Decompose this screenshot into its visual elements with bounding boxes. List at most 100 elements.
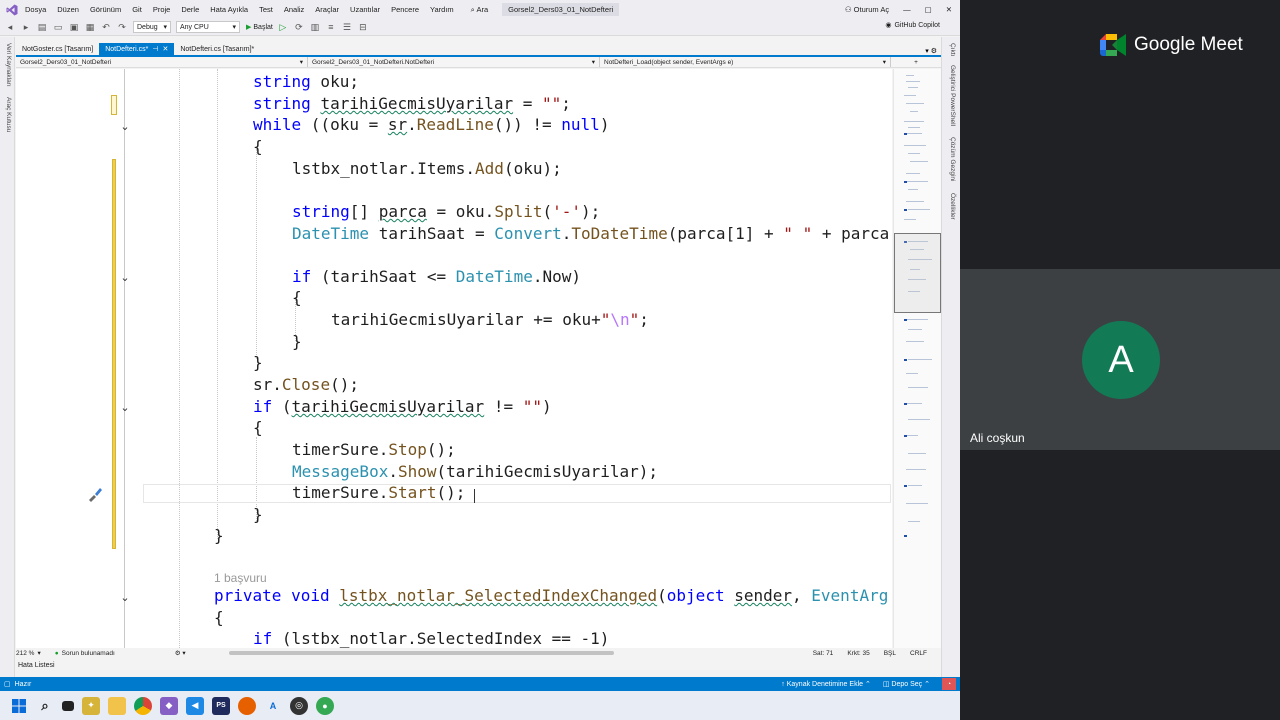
start-button[interactable]: ▶ Başlat [246, 23, 273, 32]
identifier: tarihiGecmisUyarilar [320, 94, 514, 113]
toolbox-tab[interactable]: Araç Kutusu [5, 97, 12, 132]
menu-tools[interactable]: Araçlar [315, 5, 339, 14]
tab-notdefteri-code[interactable]: NotDefteri.cs* ⊣ ✕ [99, 43, 175, 55]
tab-notgoster-design[interactable]: NotGoster.cs [Tasarım] [16, 43, 99, 55]
output-tab[interactable]: Çıktı [949, 43, 956, 56]
open-icon[interactable]: ▭ [52, 21, 64, 33]
issues-indicator[interactable]: ● Sorun bulunamadı [55, 650, 115, 657]
new-project-icon[interactable]: ▤ [36, 21, 48, 33]
menu-analyze[interactable]: Analiz [284, 5, 304, 14]
code-editor[interactable]: ⌄ ⌄ ⌄ ⌄ string oku; string tarihiGecmisU… [16, 69, 892, 648]
add-to-source-control-button[interactable]: ↑ Kaynak Denetimine Ekle ⌃ [781, 680, 871, 688]
properties-tab[interactable]: Özellikler [949, 193, 956, 220]
configuration-select[interactable]: Debug ▾ [133, 21, 171, 33]
bookmark-icon[interactable]: ⊟ [357, 21, 369, 33]
add-icon[interactable]: + [891, 57, 941, 67]
pin-icon[interactable]: ⊣ [152, 45, 158, 53]
forward-icon[interactable]: ▸ [20, 21, 32, 33]
menu-edit[interactable]: Düzen [57, 5, 79, 14]
project-dropdown[interactable]: Gorsel2_Ders03_01_NotDefteri ▾ [16, 57, 308, 67]
github-copilot-button[interactable]: ◉ GitHub Copilot [885, 21, 940, 30]
type-name: Convert [494, 224, 562, 243]
minimize-button[interactable]: — [903, 5, 911, 14]
menu-build[interactable]: Derle [181, 5, 199, 14]
redo-icon[interactable]: ↷ [116, 21, 128, 33]
horizontal-scrollbar[interactable] [229, 651, 614, 655]
code-text: oku; [310, 72, 359, 91]
screen: Dosya Düzen Görünüm Git Proje Derle Hata… [0, 0, 1280, 720]
search-box[interactable]: ⌕ Ara [471, 5, 489, 15]
method: Close [281, 375, 331, 394]
type-name: DateTime [292, 224, 370, 243]
visual-studio-taskbar-icon[interactable]: ◆ [160, 696, 178, 715]
data-sources-tab[interactable]: Veri Kaynakları [5, 43, 12, 87]
google-meet-taskbar-icon[interactable]: ● [316, 696, 334, 715]
method: Split [494, 202, 543, 221]
minimap-viewport[interactable] [894, 233, 941, 313]
menu-extensions[interactable]: Uzantılar [350, 5, 380, 14]
menu-git[interactable]: Git [132, 5, 142, 14]
menu-test[interactable]: Test [259, 5, 273, 14]
start-without-debug-icon[interactable]: ▷ [277, 21, 289, 33]
back-icon[interactable]: ◂ [4, 21, 16, 33]
platform-select[interactable]: Any CPU ▾ [176, 21, 240, 33]
class-dropdown[interactable]: Gorsel2_Ders03_01_NotDefteri.NotDefteri ▾ [308, 57, 600, 67]
menu-debug[interactable]: Hata Ayıkla [210, 5, 248, 14]
code-cleanup-icon[interactable]: ⚙ ▾ [175, 649, 186, 657]
navigation-bar: Gorsel2_Ders03_01_NotDefteri ▾ Gorsel2_De… [16, 57, 941, 68]
powershell-icon[interactable]: PS [212, 696, 230, 715]
code-line: DateTime tarihSaat = Convert.ToDateTime(… [292, 223, 889, 245]
signin-link[interactable]: ⚇ Oturum Aç [845, 5, 889, 14]
close-icon[interactable]: ✕ [162, 45, 168, 53]
solution-explorer-tab[interactable]: Çözüm Gezgini [949, 137, 956, 181]
close-button[interactable]: ✕ [946, 5, 952, 14]
chevron-down-icon: ▾ [37, 650, 41, 657]
escape-sequence: \n [610, 310, 630, 329]
azure-icon[interactable]: A [264, 697, 282, 715]
error-list-tab[interactable]: Hata Listesi [18, 662, 55, 669]
task-view-icon[interactable] [62, 700, 74, 711]
media-player-icon[interactable]: ◎ [290, 696, 308, 715]
code-line: timerSure.Start(); [292, 482, 465, 504]
save-icon[interactable]: ▣ [68, 21, 80, 33]
developer-powershell-tab[interactable]: Geliştirici PowerShell [949, 65, 956, 126]
chevron-down-icon: ▾ [232, 24, 236, 31]
menu-help[interactable]: Yardım [430, 5, 454, 14]
save-all-icon[interactable]: ▦ [84, 21, 96, 33]
firefox-icon[interactable] [238, 696, 256, 715]
restore-button[interactable]: ▢ [925, 5, 932, 14]
menu-view[interactable]: Görünüm [90, 5, 121, 14]
member-dropdown[interactable]: NotDefteri_Load(object sender, EventArgs… [600, 57, 891, 67]
search-icon[interactable]: ⌕ [36, 697, 54, 715]
undo-icon[interactable]: ↶ [100, 21, 112, 33]
chevron-down-icon: ▾ [163, 24, 167, 31]
code-text: lstbx_notlar.Items. [292, 159, 476, 178]
chevron-up-icon: ⌃ [924, 681, 930, 688]
format-icon[interactable]: ≡ [325, 21, 337, 33]
vscode-icon[interactable]: ◀ [186, 696, 204, 715]
tab-overflow-icon[interactable]: ▾ ⚙ [925, 47, 937, 55]
menu-file[interactable]: Dosya [25, 5, 46, 14]
menu-project[interactable]: Proje [153, 5, 171, 14]
layout-icon[interactable]: ▥ [309, 21, 321, 33]
code-text: (tarihSaat <= [311, 267, 456, 286]
notification-bell-icon[interactable]: ◔ [942, 678, 956, 690]
line-endings[interactable]: CRLF [910, 650, 927, 657]
code-minimap[interactable] [893, 69, 941, 648]
select-repo-button[interactable]: ◫ Depo Seç ⌃ [883, 680, 930, 688]
insert-mode[interactable]: BŞL [884, 650, 896, 657]
code-text: (); [436, 483, 466, 502]
string-literal: " [629, 310, 640, 329]
hot-reload-icon[interactable]: ⟳ [293, 21, 305, 33]
zoom-level[interactable]: 212 % ▾ [16, 649, 41, 658]
windows-start-icon[interactable] [10, 697, 28, 715]
widgets-icon[interactable]: ✦ [82, 696, 100, 715]
keyword: string [253, 72, 311, 91]
chrome-icon[interactable] [134, 696, 152, 715]
tab-notdefteri-design[interactable]: NotDefteri.cs [Tasarım]* [174, 43, 260, 55]
file-explorer-icon[interactable] [108, 696, 126, 715]
method: Show [397, 462, 437, 481]
keyword: while [253, 115, 302, 134]
comment-icon[interactable]: ☰ [341, 21, 353, 33]
menu-window[interactable]: Pencere [391, 5, 419, 14]
